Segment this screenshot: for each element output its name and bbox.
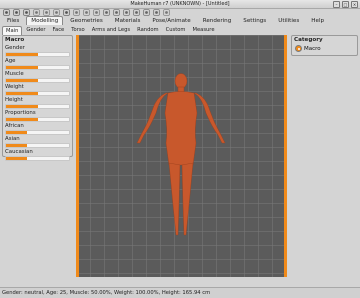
slider-caucasian: Caucasian <box>3 149 72 161</box>
slider-label: Age <box>5 58 16 64</box>
slider-fill <box>6 105 38 108</box>
macro-panel-title: Macro <box>5 37 25 43</box>
subtab-measure[interactable]: Measure <box>189 26 217 34</box>
slider-african: African <box>3 123 72 135</box>
subtab-main[interactable]: Main <box>2 26 23 35</box>
slider-track[interactable] <box>5 78 70 83</box>
subtab-arms-and-legs[interactable]: Arms and Legs <box>89 26 133 34</box>
tab-materials[interactable]: Materials <box>110 16 146 25</box>
slider-track[interactable] <box>5 91 70 96</box>
viewport-scroll-right[interactable] <box>284 35 287 277</box>
human-model <box>136 73 226 236</box>
slider-fill <box>6 118 38 121</box>
category-panel: Category Macro <box>291 35 358 56</box>
sub-tabs: Main Gender Face Torso Arms and Legs Ran… <box>2 26 218 35</box>
slider-track[interactable] <box>5 156 70 161</box>
tab-files[interactable]: Files <box>2 16 24 25</box>
redo-icon[interactable] <box>12 8 20 16</box>
subtab-face[interactable]: Face <box>50 26 68 34</box>
minimize-button[interactable]: – <box>333 1 340 8</box>
bottom-view-icon[interactable] <box>152 8 160 16</box>
slider-gender: Gender <box>3 45 72 57</box>
slider-fill <box>6 131 27 134</box>
slider-fill <box>6 92 38 95</box>
slider-weight: Weight <box>3 84 72 96</box>
tab-pose-animate[interactable]: Pose/Animate <box>147 16 195 25</box>
front-view-icon[interactable] <box>102 8 110 16</box>
tab-utilities[interactable]: Utilities <box>273 16 304 25</box>
slider-track[interactable] <box>5 65 70 70</box>
subtab-gender[interactable]: Gender <box>23 26 48 34</box>
tab-settings[interactable]: Settings <box>238 16 271 25</box>
pose-icon[interactable] <box>92 8 100 16</box>
load-icon[interactable] <box>42 8 50 16</box>
slider-track[interactable] <box>5 104 70 109</box>
slider-track[interactable] <box>5 117 70 122</box>
slider-track[interactable] <box>5 52 70 57</box>
macro-panel: Macro Gender Age Muscle Weight Height Proport… <box>2 35 73 161</box>
slider-label: Height <box>5 97 23 103</box>
slider-list: Gender Age Muscle Weight Height Proportions Af… <box>3 45 72 161</box>
save-icon[interactable] <box>32 8 40 16</box>
menu-tabs: Files Modelling Geometries Materials Pos… <box>2 16 329 25</box>
slider-label: Gender <box>5 45 25 51</box>
reset-camera-icon[interactable] <box>162 8 170 16</box>
tab-help[interactable]: Help <box>306 16 329 25</box>
slider-age: Age <box>3 58 72 70</box>
slider-muscle: Muscle <box>3 71 72 83</box>
tab-modelling[interactable]: Modelling <box>26 16 64 25</box>
slider-fill <box>6 53 38 56</box>
slider-track[interactable] <box>5 143 70 148</box>
category-option-macro[interactable]: Macro <box>292 45 357 52</box>
viewport-scroll-left[interactable] <box>76 35 79 277</box>
back-view-icon[interactable] <box>112 8 120 16</box>
status-bar: Gender: neutral, Age: 25, Muscle: 50.00%… <box>0 287 360 298</box>
export-icon[interactable] <box>52 8 60 16</box>
slider-proportions: Proportions <box>3 110 72 122</box>
category-panel-title: Category <box>294 37 323 43</box>
subtab-torso[interactable]: Torso <box>68 26 87 34</box>
subtab-random[interactable]: Random <box>134 26 161 34</box>
window-title: MakeHuman r7 (UNKNOWN) - [Untitled] <box>130 1 230 7</box>
slider-fill <box>6 79 38 82</box>
slider-label: Caucasian <box>5 149 33 155</box>
slider-fill <box>6 157 27 160</box>
3d-viewport[interactable] <box>76 35 286 277</box>
wireframe-icon[interactable] <box>72 8 80 16</box>
background-icon[interactable] <box>82 8 90 16</box>
slider-label: Asian <box>5 136 20 142</box>
tab-geometries[interactable]: Geometries <box>65 16 108 25</box>
window-controls: – □ × <box>333 1 358 8</box>
toolbar <box>2 8 170 16</box>
undo-icon[interactable] <box>2 8 10 16</box>
smooth-icon[interactable] <box>62 8 70 16</box>
left-view-icon[interactable] <box>122 8 130 16</box>
slider-label: Weight <box>5 84 24 90</box>
status-text: Gender: neutral, Age: 25, Muscle: 50.00%… <box>2 290 211 296</box>
slider-fill <box>6 144 27 147</box>
category-option-label: Macro <box>304 45 321 52</box>
tab-rendering[interactable]: Rendering <box>198 16 237 25</box>
subtab-custom[interactable]: Custom <box>163 26 189 34</box>
close-button[interactable]: × <box>351 1 358 8</box>
maximize-button[interactable]: □ <box>342 1 349 8</box>
slider-label: Proportions <box>5 110 36 116</box>
slider-label: African <box>5 123 24 129</box>
reset-icon[interactable] <box>22 8 30 16</box>
slider-label: Muscle <box>5 71 24 77</box>
slider-asian: Asian <box>3 136 72 148</box>
slider-height: Height <box>3 97 72 109</box>
top-view-icon[interactable] <box>142 8 150 16</box>
radio-icon[interactable] <box>295 45 302 52</box>
right-view-icon[interactable] <box>132 8 140 16</box>
slider-fill <box>6 66 38 69</box>
slider-track[interactable] <box>5 130 70 135</box>
